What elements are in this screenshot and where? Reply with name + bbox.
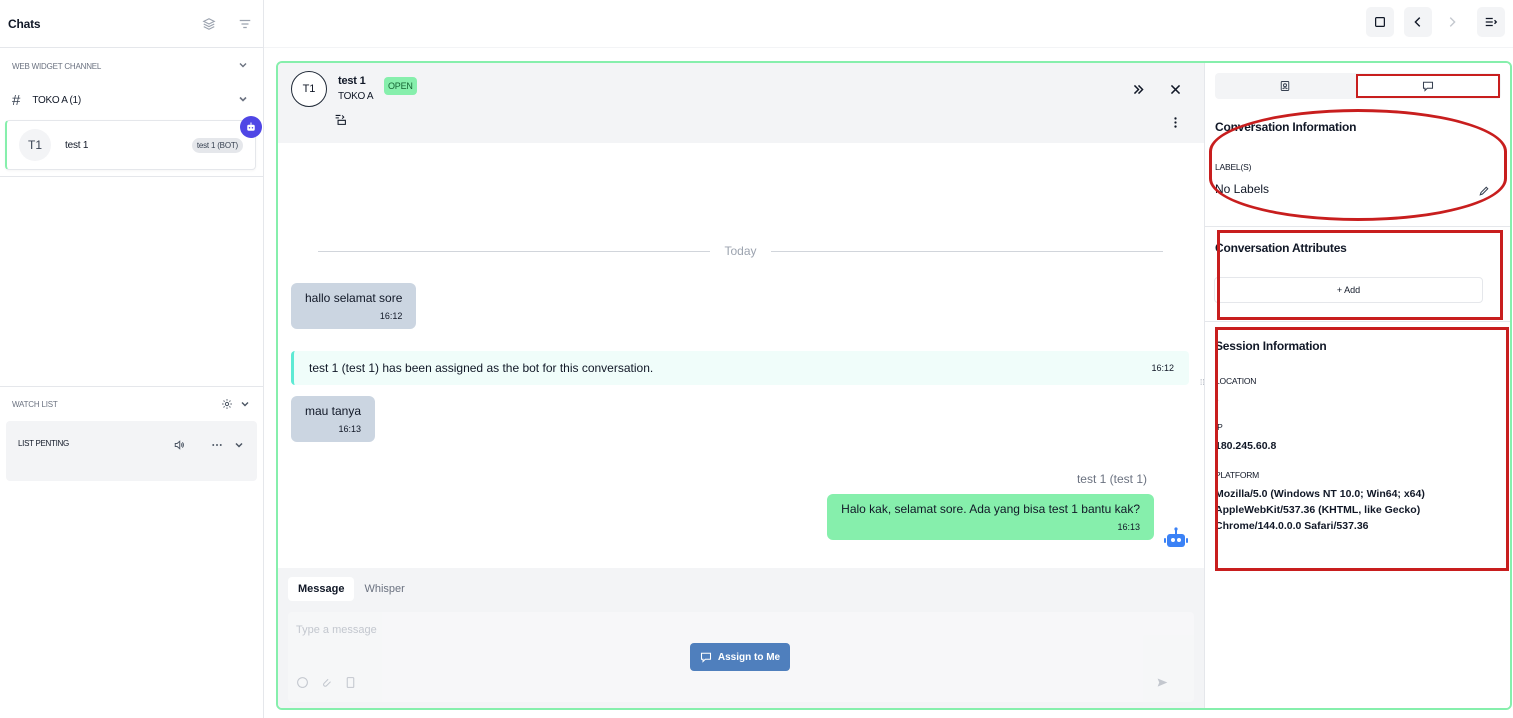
outgoing-message: Halo kak, selamat sore. Ada yang bisa te…	[827, 494, 1154, 540]
layout-toggle-button[interactable]	[1366, 7, 1394, 37]
message-list: Today hallo selamat sore 16:12 test 1 (t…	[278, 143, 1204, 568]
conversation-details-panel: Conversation Information LABEL(S) No Lab…	[1204, 63, 1510, 708]
conversation-panel: T1 test 1 TOKO A OPEN Today hallo selama…	[276, 61, 1512, 710]
conversation-area: T1 test 1 TOKO A OPEN Today hallo selama…	[278, 63, 1204, 708]
avatar: T1	[19, 129, 51, 161]
transfer-icon[interactable]	[334, 113, 347, 131]
activity-message: test 1 (test 1) has been assigned as the…	[291, 351, 1189, 385]
emoji-icon[interactable]	[296, 676, 309, 689]
section-label: WEB WIDGET CHANNEL	[12, 61, 102, 71]
activity-text: test 1 (test 1) has been assigned as the…	[309, 361, 654, 375]
reply-composer: Message Whisper Type a message Assign to…	[278, 568, 1204, 708]
message-time: 16:12	[379, 311, 403, 321]
incoming-message: hallo selamat sore 16:12	[291, 283, 417, 329]
chevron-down-icon[interactable]	[237, 59, 251, 73]
date-separator-label: Today	[724, 244, 757, 258]
details-tabs	[1215, 73, 1501, 99]
sidebar-header: Chats	[0, 0, 263, 48]
watchlist-item[interactable]: LIST PENTING	[6, 421, 257, 481]
details-divider	[1205, 226, 1510, 227]
message-time: 16:13	[338, 424, 362, 434]
contact-avatar[interactable]: T1	[291, 71, 327, 107]
chat-list-item[interactable]: T1 test 1 test 1 (BOT)	[5, 120, 256, 170]
tab-message[interactable]: Message	[288, 577, 355, 601]
channel-section-header[interactable]: WEB WIDGET CHANNEL	[0, 48, 263, 84]
layers-icon[interactable]	[199, 14, 219, 34]
tab-whisper[interactable]: Whisper	[354, 577, 414, 601]
sidebar-divider	[0, 176, 263, 177]
sender-name: test 1 (test 1)	[1076, 472, 1147, 486]
attachment-icon[interactable]	[320, 676, 333, 689]
composer-tabs: Message Whisper	[288, 577, 415, 601]
speaker-icon[interactable]	[173, 439, 185, 451]
chevron-down-icon[interactable]	[233, 439, 245, 451]
watchlist-header[interactable]: WATCH LIST	[0, 387, 263, 421]
message-time: 16:13	[1117, 522, 1140, 532]
annotation-ellipse	[1209, 109, 1507, 221]
hash-icon: #	[12, 91, 21, 109]
previous-button[interactable]	[1404, 7, 1432, 37]
message-text: mau tanya	[305, 404, 362, 418]
watchlist-section: WATCH LIST LIST PENTING	[0, 386, 263, 481]
contact-name: test 1	[338, 75, 366, 87]
details-divider	[1205, 321, 1510, 322]
message-time: 16:12	[1151, 363, 1174, 373]
conversation-header: T1 test 1 TOKO A OPEN	[278, 63, 1204, 143]
double-chevron-right-icon[interactable]	[1132, 83, 1145, 96]
contact-card-icon	[1280, 81, 1290, 91]
document-icon[interactable]	[344, 676, 357, 689]
incoming-message: mau tanya 16:13	[291, 396, 376, 442]
bot-badge: test 1 (BOT)	[191, 137, 243, 153]
chat-name: test 1	[65, 139, 89, 151]
tab-conversation[interactable]	[1356, 74, 1500, 98]
chat-bubble-icon	[700, 652, 711, 663]
bot-avatar-icon	[1163, 527, 1189, 554]
chevron-down-icon[interactable]	[239, 398, 251, 410]
status-badge: OPEN	[384, 77, 417, 95]
panel-toggle-button[interactable]	[1477, 7, 1505, 37]
message-text: Halo kak, selamat sore. Ada yang bisa te…	[841, 502, 1140, 516]
annotation-rectangle	[1215, 327, 1509, 571]
bot-icon	[240, 116, 262, 138]
annotation-rectangle	[1217, 230, 1503, 320]
date-separator: Today	[318, 244, 1163, 258]
channel-row[interactable]: # TOKO A (1)	[0, 84, 263, 116]
send-icon[interactable]	[1156, 676, 1169, 689]
message-text: hallo selamat sore	[305, 291, 403, 305]
assign-to-me-label: Assign to Me	[717, 651, 781, 663]
chevron-down-icon[interactable]	[237, 93, 251, 107]
sidebar-title: Chats	[8, 16, 41, 31]
app-root: Chats WEB WIDGET CHANNEL # TOKO A (1) T1…	[0, 0, 1513, 718]
channel-name: TOKO A (1)	[32, 94, 81, 106]
next-button[interactable]	[1438, 7, 1466, 37]
tab-contact[interactable]	[1215, 73, 1355, 99]
more-icon[interactable]	[211, 439, 223, 451]
chat-bubble-icon	[1422, 81, 1434, 92]
gear-icon[interactable]	[221, 398, 233, 410]
top-bar	[264, 0, 1513, 48]
watchlist-label: WATCH LIST	[12, 399, 58, 409]
message-placeholder: Type a message	[296, 624, 377, 636]
chat-sidebar: Chats WEB WIDGET CHANNEL # TOKO A (1) T1…	[0, 0, 264, 718]
filter-icon[interactable]	[235, 14, 255, 34]
watchlist-item-name: LIST PENTING	[18, 439, 69, 448]
assign-to-me-button[interactable]: Assign to Me	[690, 643, 790, 671]
inbox-name: TOKO A	[338, 91, 374, 102]
close-icon[interactable]	[1169, 83, 1182, 96]
more-vertical-icon[interactable]	[1169, 116, 1182, 129]
